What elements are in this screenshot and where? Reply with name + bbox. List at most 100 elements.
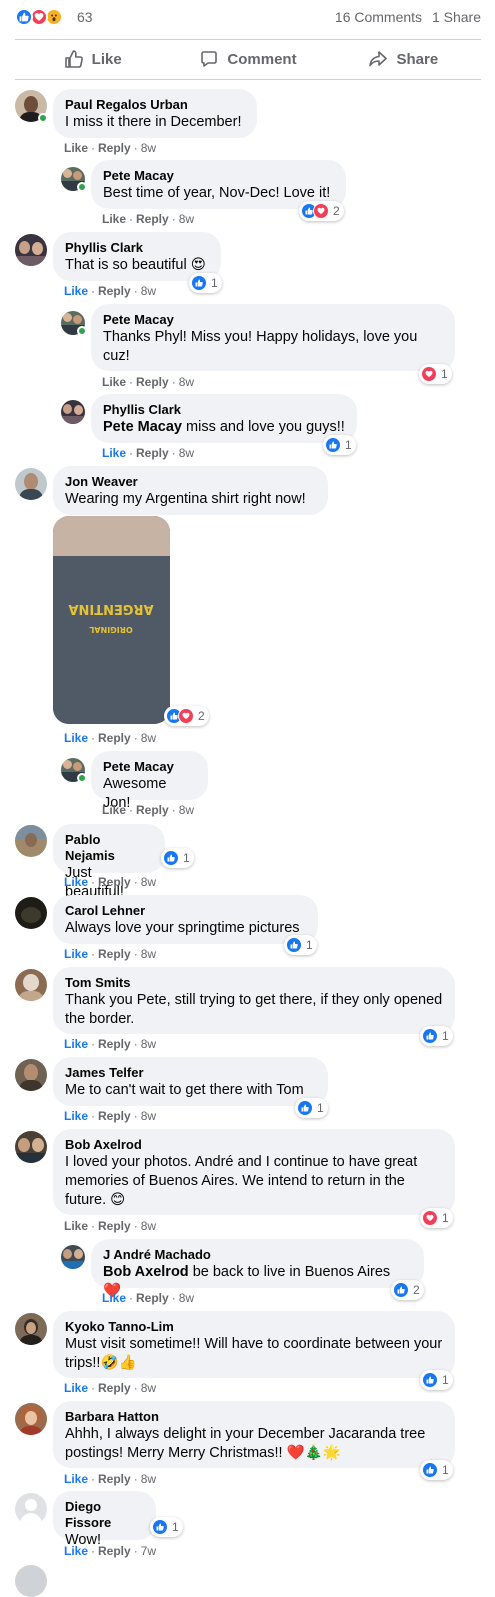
comment-like-link[interactable]: Like	[64, 1381, 88, 1395]
comment-time[interactable]: 8w	[141, 731, 156, 745]
reaction-badge[interactable]: 2	[164, 706, 209, 726]
comment-like-link[interactable]: Like	[64, 947, 88, 961]
reaction-badge[interactable]: 1	[420, 1370, 453, 1390]
comment-photo[interactable]: ARGENTINA ORIGINAL	[53, 516, 170, 724]
comment-reply-link[interactable]: Reply	[98, 1109, 131, 1123]
comment-author[interactable]: Bob Axelrod	[65, 1137, 443, 1153]
comment-like-link[interactable]: Like	[102, 212, 126, 226]
avatar[interactable]	[15, 897, 47, 929]
comment-author[interactable]: Pete Macay	[103, 312, 443, 328]
comment-time[interactable]: 8w	[179, 803, 194, 817]
comment-author[interactable]: J André Machado	[103, 1247, 412, 1263]
comment-author[interactable]: Kyoko Tanno-Lim	[65, 1319, 443, 1335]
comment-like-link[interactable]: Like	[64, 1472, 88, 1486]
comment-like-link[interactable]: Like	[64, 284, 88, 298]
reaction-badge[interactable]: 2	[391, 1280, 424, 1300]
comment-time[interactable]: 8w	[141, 1037, 156, 1051]
avatar[interactable]	[15, 234, 47, 266]
avatar[interactable]	[15, 1565, 47, 1597]
mention-link[interactable]: Bob Axelrod	[103, 1264, 189, 1280]
comment-like-link[interactable]: Like	[64, 1219, 88, 1233]
comment-like-link[interactable]: Like	[64, 875, 88, 889]
share-button[interactable]: Share	[326, 41, 481, 77]
reaction-badge[interactable]: 1	[284, 935, 317, 955]
comment-reply-link[interactable]: Reply	[98, 875, 131, 889]
reaction-badge[interactable]: 1	[161, 848, 194, 868]
comment-like-link[interactable]: Like	[64, 1109, 88, 1123]
avatar[interactable]	[61, 400, 85, 424]
like-button[interactable]: Like	[15, 41, 170, 77]
comment-reply-link[interactable]: Reply	[98, 141, 131, 155]
mention-link[interactable]: Pete Macay	[103, 419, 182, 435]
comment-reply-link[interactable]: Reply	[98, 1219, 131, 1233]
comment-time[interactable]: 7w	[141, 1544, 156, 1558]
reaction-count[interactable]: 63	[77, 9, 93, 25]
comment-author[interactable]: Paul Regalos Urban	[65, 97, 245, 113]
comment-like-link[interactable]: Like	[64, 141, 88, 155]
comment-time[interactable]: 8w	[141, 1109, 156, 1123]
comment-author[interactable]: Pete Macay	[103, 759, 196, 775]
comment-like-link[interactable]: Like	[64, 1544, 88, 1558]
reaction-badge[interactable]: 1	[295, 1098, 328, 1118]
comment-like-link[interactable]: Like	[102, 1291, 126, 1305]
avatar[interactable]	[15, 1131, 47, 1163]
avatar[interactable]	[15, 1059, 47, 1091]
avatar[interactable]	[15, 1403, 47, 1435]
reaction-badge[interactable]: 1	[323, 435, 356, 455]
reaction-badge[interactable]: 2	[299, 201, 344, 221]
avatar[interactable]	[15, 969, 47, 1001]
comment-author[interactable]: Jon Weaver	[65, 474, 316, 490]
comment-author[interactable]: Barbara Hatton	[65, 1409, 443, 1425]
comment-author[interactable]: James Telfer	[65, 1065, 316, 1081]
comment-button[interactable]: Comment	[170, 41, 325, 77]
comment-reply-link[interactable]: Reply	[136, 375, 169, 389]
avatar[interactable]	[15, 1313, 47, 1345]
comment-reply-link[interactable]: Reply	[98, 284, 131, 298]
comment-reply-link[interactable]: Reply	[136, 446, 169, 460]
comment-time[interactable]: 8w	[141, 875, 156, 889]
comment-author[interactable]: Pete Macay	[103, 168, 334, 184]
shares-count[interactable]: 1 Share	[432, 9, 481, 25]
comment-time[interactable]: 8w	[179, 446, 194, 460]
comment-author[interactable]: Tom Smits	[65, 975, 443, 991]
comment-time[interactable]: 8w	[141, 947, 156, 961]
comment-reply-link[interactable]: Reply	[98, 1381, 131, 1395]
avatar[interactable]	[15, 825, 47, 857]
comment-like-link[interactable]: Like	[102, 803, 126, 817]
comment-author[interactable]: Diego Fissore	[65, 1499, 144, 1531]
comment-author[interactable]: Pablo Nejamis	[65, 832, 153, 864]
reaction-badge[interactable]: 1	[420, 1026, 453, 1046]
comment-time[interactable]: 8w	[141, 1219, 156, 1233]
comment-time[interactable]: 8w	[179, 1291, 194, 1305]
comment-time[interactable]: 8w	[141, 1472, 156, 1486]
comment-reply-link[interactable]: Reply	[136, 803, 169, 817]
comment-like-link[interactable]: Like	[102, 446, 126, 460]
comment-like-link[interactable]: Like	[64, 1037, 88, 1051]
comment-reply-link[interactable]: Reply	[98, 1544, 131, 1558]
comment-reply-link[interactable]: Reply	[136, 212, 169, 226]
comment-author[interactable]: Carol Lehner	[65, 903, 306, 919]
avatar[interactable]	[15, 468, 47, 500]
comment-time[interactable]: 8w	[141, 141, 156, 155]
comment-reply-link[interactable]: Reply	[98, 947, 131, 961]
comment-time[interactable]: 8w	[141, 284, 156, 298]
comment-like-link[interactable]: Like	[64, 731, 88, 745]
comment-reply-link[interactable]: Reply	[98, 1472, 131, 1486]
comment-time[interactable]: 8w	[179, 212, 194, 226]
comment-author[interactable]: Phyllis Clark	[103, 402, 345, 418]
reaction-badge[interactable]: 1	[150, 1517, 183, 1537]
comment-reply-link[interactable]: Reply	[98, 1037, 131, 1051]
comment-reply-link[interactable]: Reply	[98, 731, 131, 745]
comment-author[interactable]: Phyllis Clark	[65, 240, 209, 256]
reaction-badge[interactable]: 1	[419, 364, 452, 384]
comment-like-link[interactable]: Like	[102, 375, 126, 389]
comment-time[interactable]: 8w	[141, 1381, 156, 1395]
avatar[interactable]	[61, 1245, 85, 1269]
comment-time[interactable]: 8w	[179, 375, 194, 389]
avatar[interactable]	[15, 1493, 47, 1525]
reaction-icons[interactable]	[15, 8, 75, 26]
reaction-badge[interactable]: 1	[189, 273, 222, 293]
comments-count[interactable]: 16 Comments	[335, 9, 422, 25]
comment-reply-link[interactable]: Reply	[136, 1291, 169, 1305]
reaction-badge[interactable]: 1	[420, 1460, 453, 1480]
